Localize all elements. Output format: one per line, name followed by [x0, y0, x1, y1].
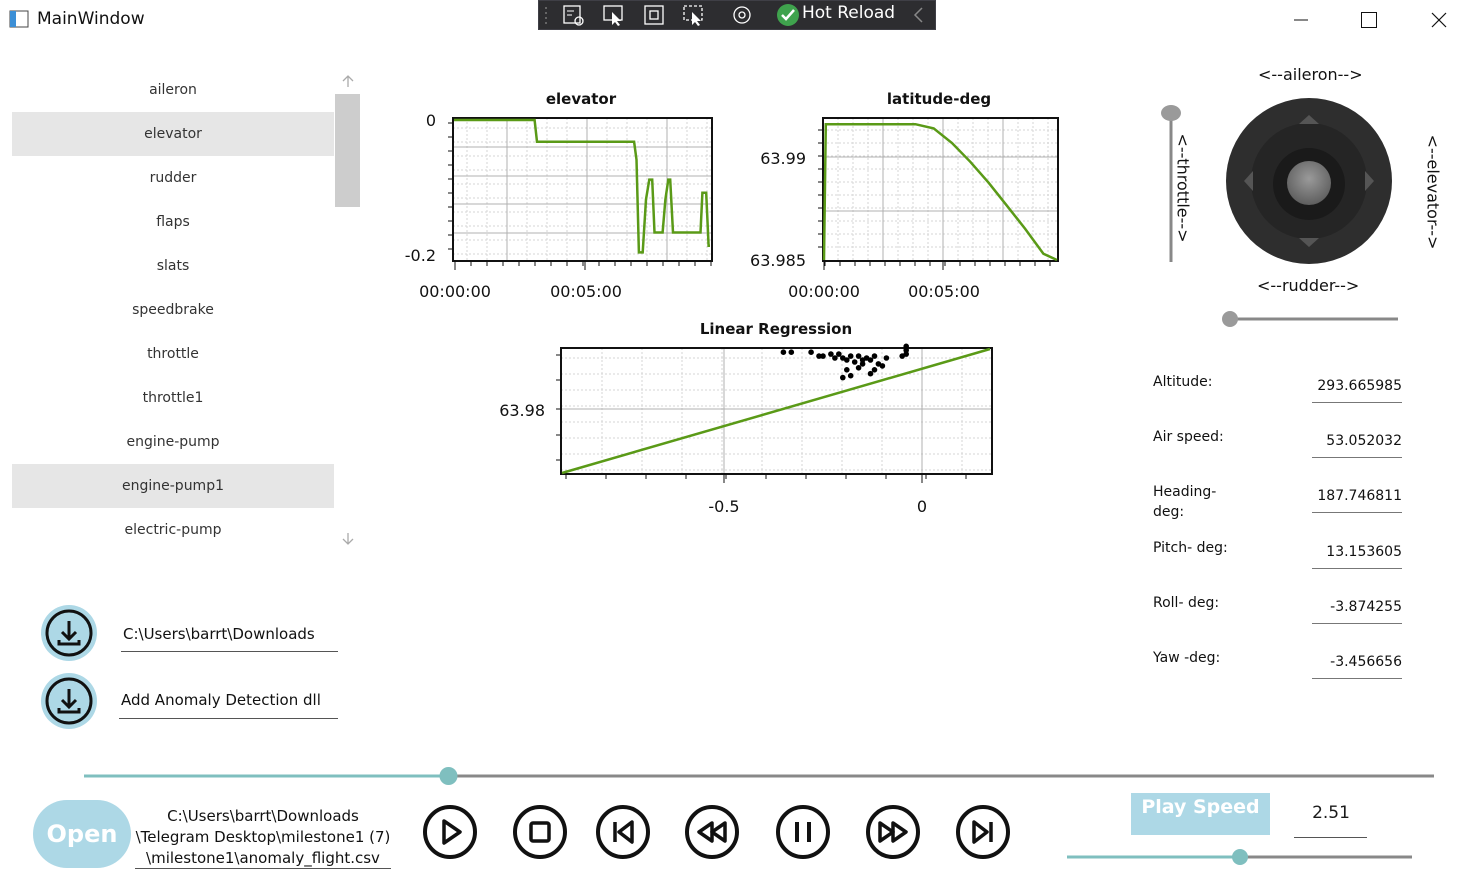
scatter-point [867, 357, 874, 363]
scatter-point [871, 353, 878, 359]
rewind-button[interactable] [685, 805, 739, 859]
open-button[interactable]: Open [33, 800, 131, 868]
fast-forward-icon [878, 821, 908, 843]
joystick-knob[interactable] [1287, 161, 1331, 205]
pause-icon [795, 822, 811, 842]
speed-value-field[interactable]: 2.51 [1296, 803, 1366, 823]
tick-label: -0.2 [405, 246, 436, 265]
tick-label: 63.99 [760, 149, 806, 168]
info-value-underline [1312, 678, 1402, 679]
skip-forward-icon [972, 820, 993, 844]
scatter-point [903, 343, 909, 350]
file-path-text: C:\Users\barrt\Downloads \Telegram Deskt… [135, 807, 391, 867]
info-label: Altitude: [1153, 374, 1213, 390]
play-icon [442, 819, 462, 845]
chart-title: elevator [546, 90, 617, 108]
rewind-icon [697, 821, 727, 843]
throttle-slider-thumb[interactable] [1161, 105, 1181, 121]
rudder-label: <--rudder--> [1257, 276, 1360, 295]
speed-slider-thumb[interactable] [1232, 849, 1248, 865]
fast-forward-button[interactable] [866, 805, 920, 859]
info-value: -3.874255 [1330, 598, 1402, 615]
tick-label: 00:05:00 [908, 282, 980, 301]
scatter-point [808, 349, 814, 356]
tick-label: 63.98 [499, 401, 545, 420]
latitude-chart-grid [823, 118, 1058, 261]
latitude-chart-frame [822, 117, 1059, 262]
scatter-point [820, 353, 826, 359]
scatter-point [847, 353, 854, 359]
scatter-point [903, 351, 909, 357]
timeline-slider[interactable] [80, 764, 1440, 788]
elevator-label: <--elevator--> [1423, 134, 1443, 250]
speed-value-underline [1294, 837, 1367, 838]
elevator-chart-grid [453, 118, 712, 261]
info-value-underline [1312, 567, 1402, 569]
tick-label: -0.5 [708, 497, 739, 516]
chart-title: Linear Regression [700, 320, 852, 338]
chart-title: latitude-deg [887, 90, 991, 108]
skip-back-button[interactable] [596, 805, 650, 859]
throttle-slider[interactable] [1160, 100, 1186, 270]
rudder-slider-thumb[interactable] [1222, 311, 1238, 327]
info-value: 13.153605 [1326, 543, 1402, 560]
speed-slider[interactable] [1064, 846, 1414, 868]
joystick-pad[interactable] [1225, 97, 1395, 267]
info-label: Yaw -deg: [1153, 650, 1221, 666]
scatter-point [788, 349, 795, 356]
info-value-underline [1312, 622, 1402, 624]
info-label: Roll- deg: [1153, 594, 1220, 611]
info-value: 187.746811 [1317, 488, 1402, 505]
scatter-point [879, 363, 886, 369]
scatter-point [780, 349, 787, 356]
scatter-point [859, 361, 866, 367]
timeline-thumb[interactable] [439, 767, 458, 785]
tick-label: 63.985 [750, 251, 806, 270]
file-path-box[interactable]: C:\Users\barrt\Downloads \Telegram Deskt… [134, 806, 392, 868]
tick-label: 00:00:00 [788, 282, 860, 301]
skip-forward-button[interactable] [956, 805, 1010, 859]
scatter-point [851, 359, 858, 365]
play-speed-label: Play Speed [1131, 793, 1270, 835]
info-label: Heading- deg: [1153, 484, 1217, 521]
scatter-point [828, 351, 834, 357]
scatter-point [840, 374, 846, 381]
rudder-slider[interactable] [1218, 308, 1402, 332]
scatter-point [844, 367, 850, 373]
info-label: Pitch- deg: [1153, 539, 1228, 556]
scatter-point [855, 365, 862, 371]
info-label: Air speed: [1153, 429, 1224, 446]
file-path-underline [135, 868, 391, 869]
pause-button[interactable] [776, 805, 830, 859]
skip-back-icon [613, 820, 634, 844]
scatter-point [883, 355, 890, 361]
info-value-underline [1312, 402, 1402, 403]
info-value: -3.456656 [1330, 654, 1402, 670]
info-value: 53.052032 [1326, 433, 1402, 450]
scatter-point [871, 367, 878, 373]
play-button[interactable] [423, 805, 477, 859]
tick-label: 0 [426, 111, 436, 130]
tick-label: 0 [917, 497, 927, 516]
latitude-series-line [822, 122, 1058, 262]
tick-label: 00:05:00 [550, 282, 622, 301]
scatter-point [847, 372, 854, 379]
scatter-point [836, 351, 842, 357]
info-value-underline [1312, 457, 1402, 459]
aileron-label: <--aileron--> [1258, 65, 1363, 84]
tick-label: 00:00:00 [419, 282, 491, 301]
flight-info-panel: Altitude: 293.665985 Air speed: 53.052032 He… [1150, 370, 1410, 700]
info-value-underline [1312, 512, 1402, 514]
stop-button[interactable] [513, 805, 567, 859]
stop-icon [529, 821, 551, 843]
info-value: 293.665985 [1317, 378, 1402, 394]
scatter-point [855, 353, 862, 359]
scatter-point [867, 370, 874, 377]
